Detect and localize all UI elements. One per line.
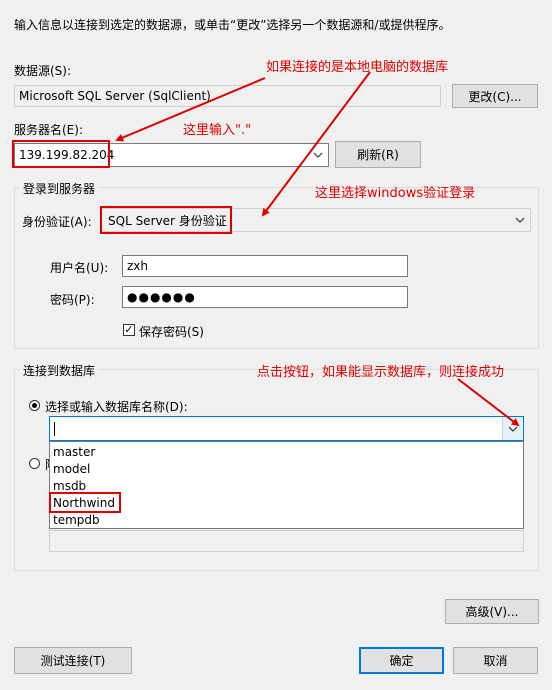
database-dropdown-list: master model msdb Northwind tempdb <box>49 441 524 529</box>
auth-highlight-box <box>100 206 232 234</box>
cancel-button[interactable]: 取消 <box>453 647 538 674</box>
text-caret <box>54 421 55 436</box>
annotation-windows-auth: 这里选择windows验证登录 <box>315 186 476 201</box>
data-source-label: 数据源(S): <box>14 64 72 78</box>
data-source-value: Microsoft SQL Server (SqlClient) <box>19 89 211 103</box>
password-value: ●●●●●● <box>127 290 196 304</box>
auth-label: 身份验证(A): <box>22 215 92 229</box>
select-database-label: 选择或输入数据库名称(D): <box>45 400 188 414</box>
server-highlight-box <box>12 140 110 168</box>
annotation-local-pc: 如果连接的是本地电脑的数据库 <box>266 60 449 75</box>
annotation-enter-dot: 这里输入"." <box>183 123 252 138</box>
login-group-title: 登录到服务器 <box>20 180 99 197</box>
save-password-checkbox[interactable]: ✓ <box>123 324 135 336</box>
password-input[interactable]: ●●●●●● <box>122 286 408 308</box>
data-source-field: Microsoft SQL Server (SqlClient) <box>14 85 441 107</box>
username-label: 用户名(U): <box>50 261 109 275</box>
ok-button[interactable]: 确定 <box>359 647 444 674</box>
server-label: 服务器名(E): <box>14 123 83 137</box>
select-database-radio[interactable] <box>29 400 40 411</box>
change-button[interactable]: 更改(C)... <box>452 84 538 108</box>
database-group-title: 连接到数据库 <box>20 362 99 379</box>
attach-database-radio[interactable] <box>29 458 40 469</box>
dropdown-item-tempdb[interactable]: tempdb <box>50 512 523 529</box>
instruction-text: 输入信息以连接到选定的数据源，或单击“更改”选择另一个数据源和/或提供程序。 <box>14 18 451 32</box>
dropdown-item-master[interactable]: master <box>50 444 523 461</box>
annotation-click-button: 点击按钮，如果能显示数据库，则连接成功 <box>257 365 505 380</box>
dropdown-item-model[interactable]: model <box>50 461 523 478</box>
password-label: 密码(P): <box>50 293 95 307</box>
save-password-label: 保存密码(S) <box>139 325 204 339</box>
advanced-button[interactable]: 高级(V)... <box>445 599 539 624</box>
chevron-down-icon[interactable] <box>502 417 523 440</box>
chevron-down-icon[interactable] <box>308 144 328 166</box>
attach-file-field <box>49 530 524 552</box>
username-value: zxh <box>127 259 149 273</box>
chevron-down-icon[interactable] <box>510 209 530 231</box>
test-connection-button[interactable]: 测试连接(T) <box>14 647 132 674</box>
database-combobox[interactable] <box>49 416 524 441</box>
refresh-button[interactable]: 刷新(R) <box>335 141 421 168</box>
username-input[interactable]: zxh <box>122 255 408 277</box>
northwind-highlight-box <box>49 492 121 513</box>
